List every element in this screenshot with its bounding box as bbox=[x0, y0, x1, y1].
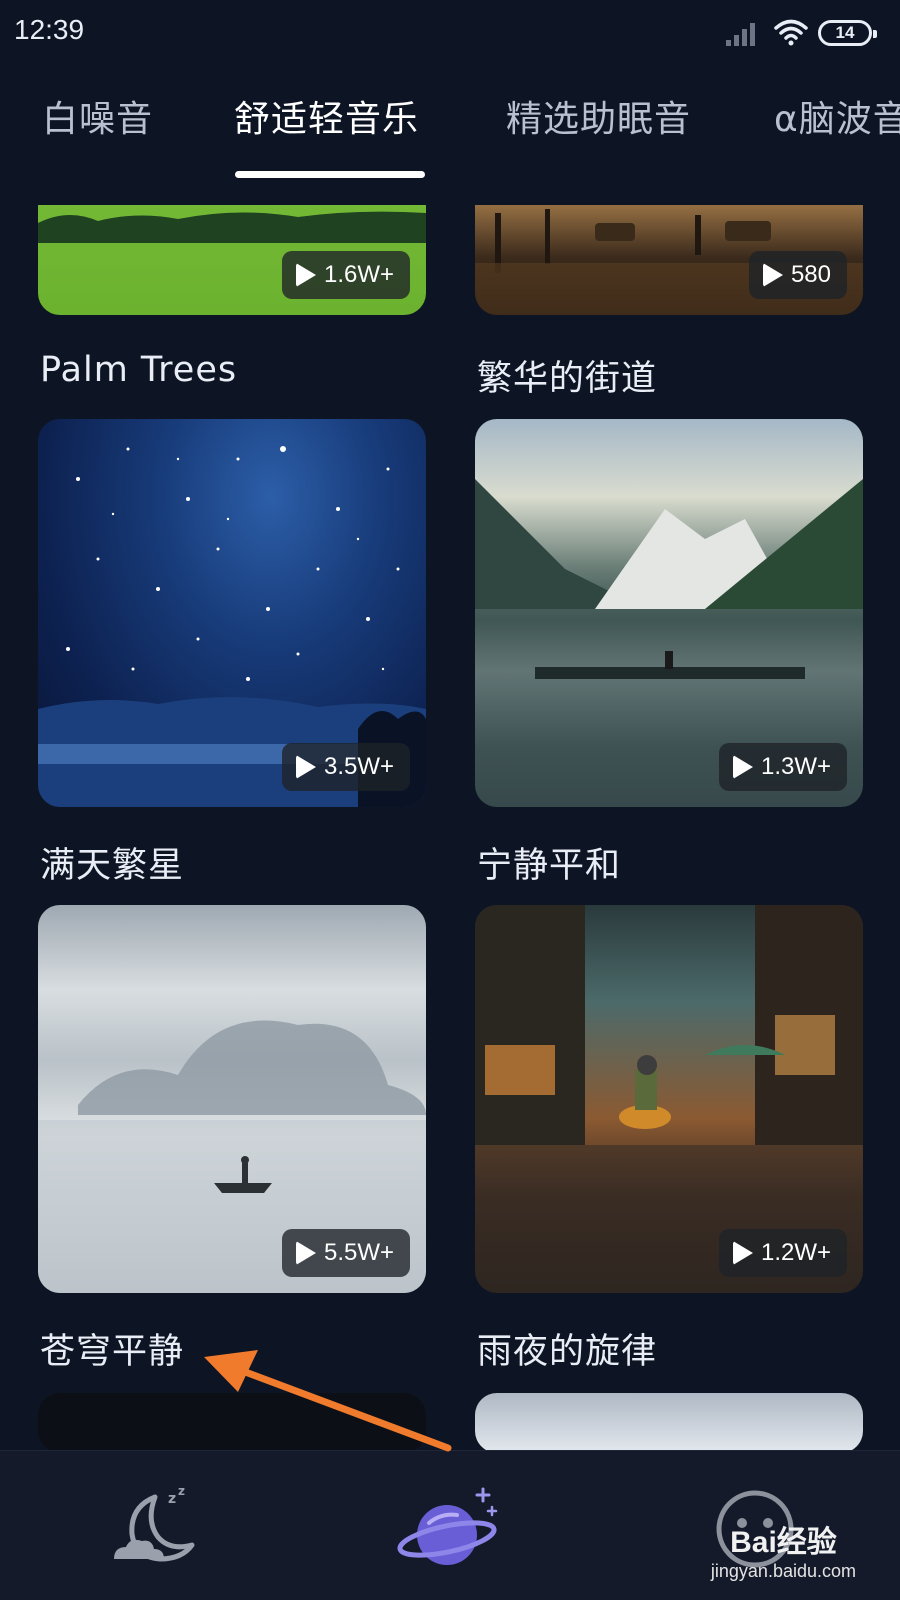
play-count-badge: 1.3W+ bbox=[718, 743, 847, 791]
treeline-art bbox=[38, 211, 426, 243]
svg-text:z: z bbox=[178, 1484, 185, 1498]
play-count: 580 bbox=[790, 261, 831, 288]
bottom-navigation: z z Bai经验 jingyan.baidu.com bbox=[0, 1450, 900, 1600]
play-icon bbox=[762, 263, 783, 287]
play-icon bbox=[732, 1241, 753, 1265]
svg-text:z: z bbox=[168, 1491, 176, 1507]
card-thumbnail[interactable]: 580 bbox=[475, 205, 863, 315]
play-count: 5.5W+ bbox=[323, 1239, 394, 1266]
play-count-badge: 1.2W+ bbox=[718, 1229, 847, 1277]
active-tab-indicator bbox=[235, 171, 425, 178]
play-count: 1.3W+ bbox=[760, 753, 831, 780]
card-title: 宁静平和 bbox=[477, 846, 622, 886]
card-next-left[interactable] bbox=[38, 1393, 426, 1450]
card-next-right[interactable] bbox=[475, 1393, 863, 1450]
play-icon bbox=[295, 1241, 316, 1265]
card-thumbnail[interactable]: 1.3W+ bbox=[475, 419, 863, 807]
watermark-logo: Bai经验 bbox=[730, 1526, 837, 1559]
baidu-watermark: Bai经验 jingyan.baidu.com bbox=[711, 1517, 856, 1582]
play-count-badge: 580 bbox=[748, 251, 847, 299]
tab-brainwave[interactable]: α脑波音 bbox=[774, 90, 900, 142]
play-count-badge: 1.6W+ bbox=[281, 251, 410, 299]
play-count-badge: 3.5W+ bbox=[281, 743, 410, 791]
play-icon bbox=[295, 263, 316, 287]
sleep-moon-icon: z z bbox=[114, 1484, 195, 1562]
card-calm-sky[interactable]: 5.5W+ 苍穹平静 bbox=[38, 905, 426, 1372]
tab-light-music[interactable]: 舒适轻音乐 bbox=[234, 90, 419, 142]
card-title: 满天繁星 bbox=[40, 846, 185, 886]
status-time: 12:39 bbox=[14, 14, 85, 45]
card-thumbnail[interactable]: 1.2W+ bbox=[475, 905, 863, 1293]
card-title: 苍穹平静 bbox=[40, 1332, 185, 1372]
card-title: Palm Trees bbox=[40, 350, 238, 390]
card-starry-sky[interactable]: 3.5W+ 满天繁星 bbox=[38, 419, 426, 886]
tab-sleep-sounds[interactable]: 精选助眠音 bbox=[506, 90, 691, 142]
signal-icon bbox=[726, 23, 755, 46]
card-title: 繁华的街道 bbox=[477, 359, 658, 399]
card-rainy-night-melody[interactable]: 1.2W+ 雨夜的旋律 bbox=[475, 905, 863, 1372]
play-count: 1.2W+ bbox=[760, 1239, 831, 1266]
play-count: 1.6W+ bbox=[323, 261, 394, 288]
card-thumbnail[interactable] bbox=[475, 1393, 863, 1450]
card-thumbnail[interactable]: 5.5W+ bbox=[38, 905, 426, 1293]
play-count-badge: 5.5W+ bbox=[281, 1229, 410, 1277]
nav-sleep[interactable]: z z bbox=[100, 1479, 210, 1579]
planet-icon bbox=[397, 1487, 498, 1565]
battery-icon: 14 bbox=[818, 20, 877, 46]
card-palm-trees[interactable]: 1.6W+ Palm Trees bbox=[38, 205, 426, 405]
card-title: 雨夜的旋律 bbox=[477, 1332, 658, 1372]
play-icon bbox=[732, 755, 753, 779]
tab-white-noise[interactable]: 白噪音 bbox=[42, 90, 153, 142]
status-icons: 14 bbox=[726, 14, 886, 50]
card-tranquil-peace[interactable]: 1.3W+ 宁静平和 bbox=[475, 419, 863, 886]
nav-explore[interactable] bbox=[395, 1479, 505, 1579]
play-count: 3.5W+ bbox=[323, 753, 394, 780]
category-tabs: 白噪音 舒适轻音乐 精选助眠音 α脑波音 bbox=[0, 90, 900, 180]
status-bar: 12:39 14 bbox=[0, 0, 900, 64]
card-thumbnail[interactable] bbox=[38, 1393, 426, 1450]
card-thumbnail[interactable]: 1.6W+ bbox=[38, 205, 426, 315]
watermark-url: jingyan.baidu.com bbox=[710, 1561, 856, 1581]
battery-level: 14 bbox=[835, 23, 855, 42]
music-grid: 1.6W+ Palm Trees 580 繁华的街道 3.5W+ 满天繁星 1.… bbox=[0, 205, 900, 1450]
play-icon bbox=[295, 755, 316, 779]
wifi-icon bbox=[774, 19, 808, 46]
card-busy-street[interactable]: 580 繁华的街道 bbox=[475, 205, 863, 405]
card-thumbnail[interactable]: 3.5W+ bbox=[38, 419, 426, 807]
